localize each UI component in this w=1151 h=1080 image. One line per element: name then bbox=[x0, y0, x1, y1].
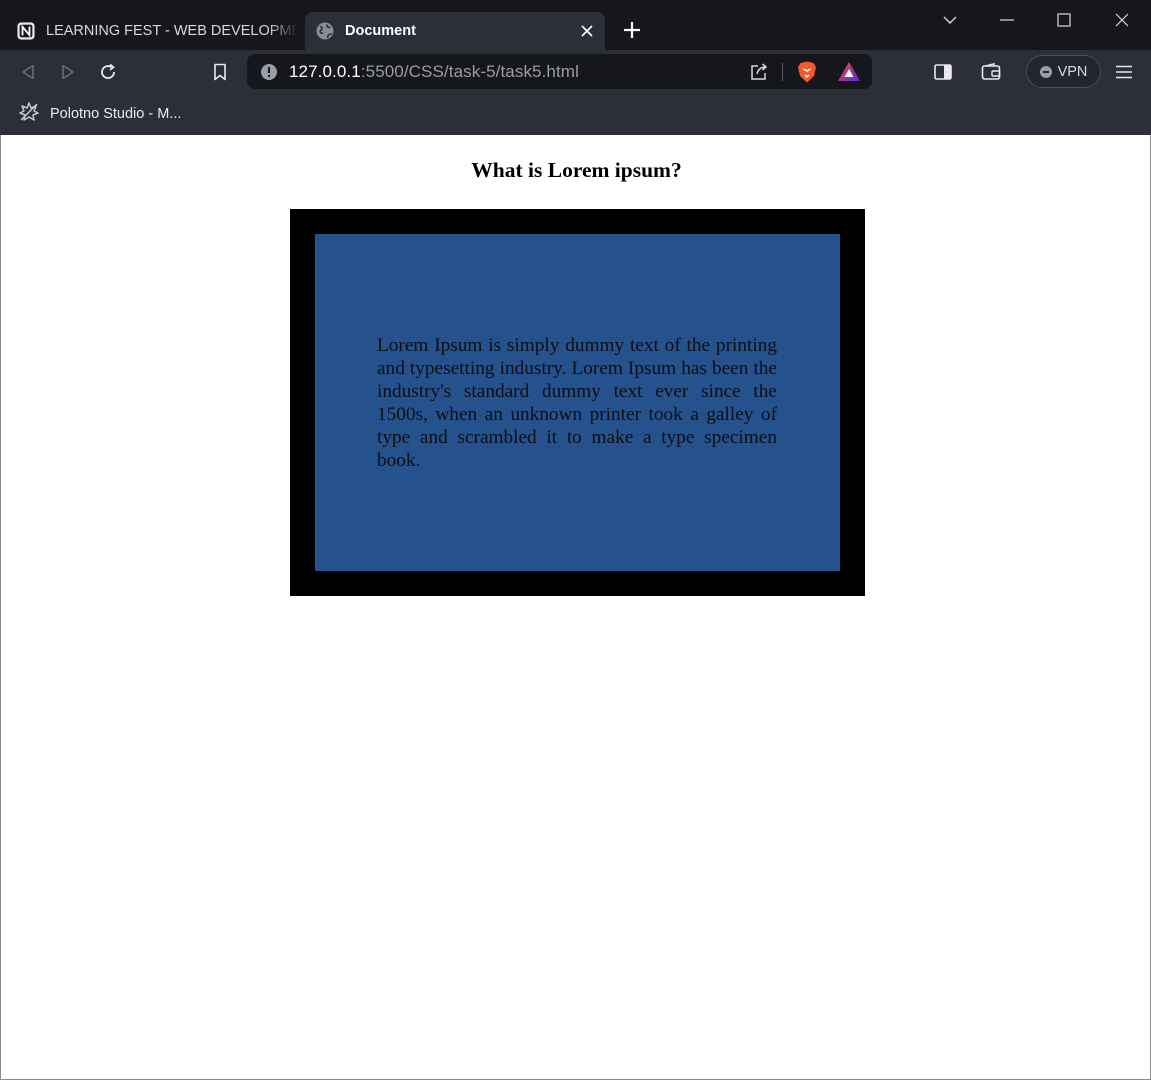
close-icon[interactable] bbox=[577, 21, 597, 41]
bookmarks-bar: Polotno Studio - M... bbox=[0, 94, 1151, 135]
bookmark-icon[interactable] bbox=[205, 57, 235, 87]
polotno-icon bbox=[18, 101, 40, 127]
address-bar[interactable]: 127.0.0.1:5500/CSS/task-5/task5.html bbox=[247, 54, 872, 89]
minimize-button[interactable] bbox=[979, 0, 1035, 40]
vpn-label: VPN bbox=[1057, 63, 1088, 80]
maximize-button[interactable] bbox=[1036, 0, 1092, 40]
divider bbox=[782, 63, 783, 81]
page-heading: What is Lorem ipsum? bbox=[471, 158, 682, 182]
navigation-toolbar: 127.0.0.1:5500/CSS/task-5/task5.html VPN bbox=[0, 50, 1151, 94]
sidebar-icon[interactable] bbox=[930, 59, 956, 85]
outer-black-box: Lorem Ipsum is simply dummy text of the … bbox=[290, 209, 865, 596]
vpn-button[interactable]: VPN bbox=[1026, 55, 1101, 88]
site-info-icon[interactable] bbox=[259, 62, 279, 82]
vpn-status-icon bbox=[1039, 65, 1052, 78]
brave-rewards-icon[interactable] bbox=[837, 60, 861, 84]
share-icon[interactable] bbox=[747, 60, 771, 84]
back-button[interactable] bbox=[13, 57, 43, 87]
tab-title: Document bbox=[345, 23, 416, 39]
lorem-paragraph: Lorem Ipsum is simply dummy text of the … bbox=[377, 335, 777, 471]
url-host: 127.0.0.1 bbox=[289, 62, 361, 81]
reload-button[interactable] bbox=[93, 57, 123, 87]
forward-button[interactable] bbox=[53, 57, 83, 87]
menu-icon[interactable] bbox=[1111, 59, 1137, 85]
inner-blue-box: Lorem Ipsum is simply dummy text of the … bbox=[315, 234, 840, 571]
url-path: :5500/CSS/task-5/task5.html bbox=[360, 62, 579, 81]
tab-document[interactable]: Document bbox=[305, 12, 605, 50]
tab-search-chevron-icon[interactable] bbox=[922, 0, 978, 40]
page-viewport: What is Lorem ipsum? Lorem Ipsum is simp… bbox=[0, 135, 1151, 1080]
tab-learning-fest[interactable]: LEARNING FEST - WEB DEVELOPMENT bbox=[8, 12, 304, 50]
bookmark-polotno-studio[interactable]: Polotno Studio - M... bbox=[18, 101, 181, 127]
close-window-button[interactable] bbox=[1094, 0, 1150, 40]
bookmark-label: Polotno Studio - M... bbox=[50, 106, 182, 122]
browser-chrome: LEARNING FEST - WEB DEVELOPMENT Document bbox=[0, 0, 1151, 135]
url-text[interactable]: 127.0.0.1:5500/CSS/task-5/task5.html bbox=[289, 62, 579, 82]
globe-icon bbox=[315, 21, 335, 41]
new-tab-button[interactable] bbox=[618, 16, 646, 44]
tab-title: LEARNING FEST - WEB DEVELOPMENT bbox=[46, 23, 298, 39]
wallet-icon[interactable] bbox=[978, 59, 1004, 85]
brave-shields-icon[interactable] bbox=[795, 60, 819, 84]
tab-strip: LEARNING FEST - WEB DEVELOPMENT Document bbox=[0, 0, 1151, 50]
notion-icon bbox=[16, 21, 36, 41]
